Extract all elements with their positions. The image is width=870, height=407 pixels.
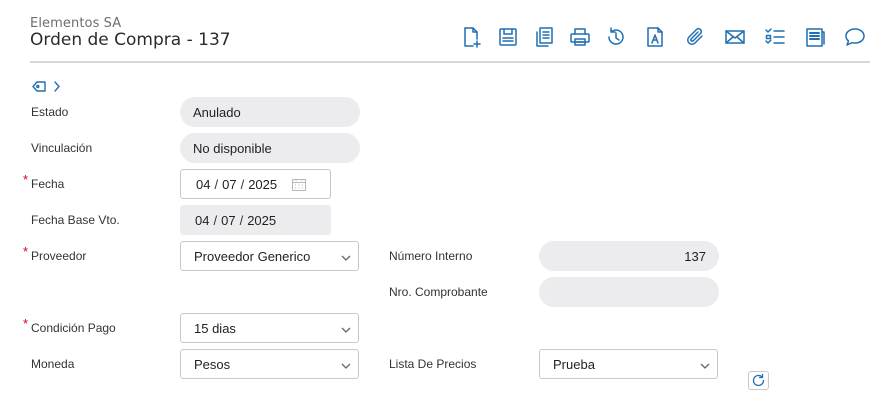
print-icon — [570, 28, 590, 46]
nro-comprobante-field — [539, 277, 719, 307]
attach-icon — [687, 27, 703, 45]
new-document-button[interactable] — [458, 24, 484, 50]
lista-precios-value: Prueba — [553, 356, 595, 372]
fecha-label: Fecha — [31, 177, 65, 191]
condicion-pago-select[interactable]: 15 dias — [180, 313, 359, 343]
vinculacion-field: No disponible — [180, 133, 360, 163]
history-button[interactable] — [603, 24, 629, 50]
vinculacion-label: Vinculación — [31, 141, 93, 155]
fecha-month[interactable]: 07 — [222, 177, 236, 192]
page-title: Orden de Compra - 137 — [30, 30, 231, 50]
chevron-down-icon — [700, 363, 710, 369]
notes-button[interactable] — [802, 24, 828, 50]
chevron-down-icon — [341, 255, 351, 261]
condicion-pago-value: 15 dias — [194, 320, 236, 336]
moneda-select[interactable]: Pesos — [180, 349, 359, 379]
nro-comprobante-label: Nro. Comprobante — [389, 285, 488, 299]
history-icon — [608, 27, 624, 45]
tag-icon[interactable] — [32, 80, 47, 93]
fecha-base-day: 04 — [195, 212, 210, 228]
estado-label: Estado — [31, 105, 69, 119]
estado-field: Anulado — [180, 97, 360, 127]
new-document-icon — [464, 27, 481, 48]
notes-icon — [806, 28, 825, 47]
mail-icon — [725, 30, 745, 44]
numero-interno-field: 137 — [539, 241, 719, 271]
breadcrumb — [32, 78, 61, 94]
fecha-input[interactable]: 04/07/2025 — [180, 169, 331, 199]
chevron-right-icon[interactable] — [53, 80, 61, 93]
mail-button[interactable] — [722, 24, 748, 50]
print-button[interactable] — [567, 24, 593, 50]
lista-precios-label: Lista De Precios — [389, 357, 477, 371]
required-marker: * — [23, 244, 29, 259]
condicion-pago-label: Condición Pago — [31, 321, 116, 335]
attach-button[interactable] — [683, 24, 709, 50]
chevron-down-icon — [341, 327, 351, 333]
company-name: Elementos SA — [30, 16, 122, 31]
copy-icon — [536, 27, 553, 47]
header-divider — [30, 61, 870, 63]
calendar-icon[interactable] — [292, 178, 306, 191]
numero-interno-label: Número Interno — [389, 249, 473, 263]
copy-button[interactable] — [531, 24, 557, 50]
moneda-value: Pesos — [194, 356, 231, 372]
proveedor-label: Proveedor — [31, 249, 87, 263]
refresh-icon — [752, 373, 765, 387]
chevron-down-icon — [341, 363, 351, 369]
save-button[interactable] — [495, 24, 521, 50]
checklist-button[interactable] — [762, 24, 788, 50]
checklist-icon — [765, 28, 785, 44]
fecha-base-field: 04/07/2025 — [180, 205, 331, 235]
proveedor-value: Proveedor Generico — [194, 248, 311, 264]
required-marker: * — [23, 316, 29, 331]
document-a-button[interactable] — [642, 24, 668, 50]
fecha-year[interactable]: 2025 — [248, 177, 277, 192]
proveedor-select[interactable]: Proveedor Generico — [180, 241, 359, 271]
fecha-base-year: 2025 — [247, 212, 277, 228]
fecha-base-month: 07 — [221, 212, 236, 228]
required-marker: * — [23, 172, 29, 187]
comment-button[interactable] — [842, 24, 868, 50]
header: Elementos SA Orden de Compra - 137 — [0, 0, 870, 63]
document-a-icon — [647, 27, 663, 47]
lista-precios-select[interactable]: Prueba — [539, 349, 718, 379]
fecha-base-label: Fecha Base Vto. — [31, 213, 120, 227]
moneda-label: Moneda — [31, 357, 75, 371]
save-icon — [499, 28, 517, 46]
fecha-day[interactable]: 04 — [196, 177, 210, 192]
refresh-prices-button[interactable] — [748, 371, 769, 390]
comment-icon — [845, 28, 865, 46]
